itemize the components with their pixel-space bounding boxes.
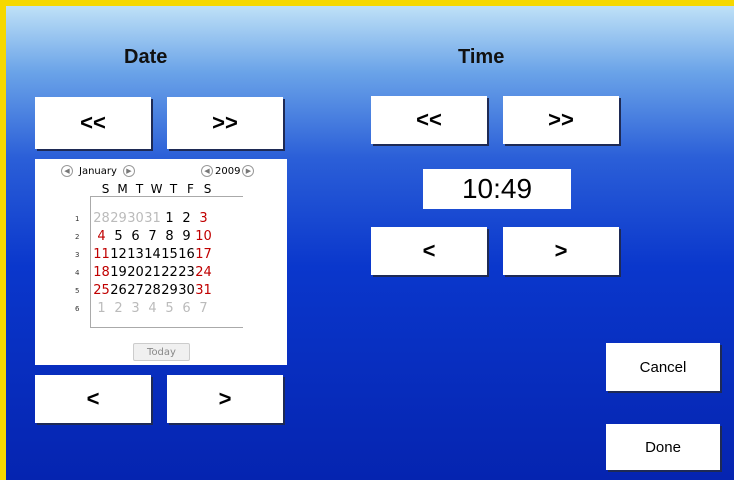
calendar-day[interactable]: 19 bbox=[110, 265, 127, 280]
calendar-day[interactable]: 5 bbox=[110, 229, 127, 244]
week-number: 5 bbox=[75, 287, 80, 295]
calendar-day[interactable]: 3 bbox=[127, 301, 144, 316]
calendar-day[interactable]: 8 bbox=[161, 229, 178, 244]
calendar-week-row: 11 12 13 14 15 16 17 bbox=[93, 247, 212, 262]
calendar-day[interactable]: 6 bbox=[127, 229, 144, 244]
calendar-day[interactable]: 23 bbox=[178, 265, 195, 280]
date-next-month-button[interactable]: >> bbox=[167, 97, 283, 149]
calendar-day[interactable]: 31 bbox=[195, 283, 212, 298]
calendar-week-row: 25 26 27 28 29 30 31 bbox=[93, 283, 212, 298]
calendar: ◀ January ▶ ◀ 2009 ▶ S M T W T F S 1 2 3… bbox=[35, 159, 287, 365]
calendar-day[interactable]: 4 bbox=[93, 229, 110, 244]
calendar-day[interactable]: 5 bbox=[161, 301, 178, 316]
calendar-day[interactable]: 20 bbox=[127, 265, 144, 280]
time-prev-big-button[interactable]: << bbox=[371, 96, 487, 144]
date-prev-day-button[interactable]: < bbox=[35, 375, 151, 423]
week-number: 3 bbox=[75, 251, 80, 259]
calendar-day[interactable]: 13 bbox=[127, 247, 144, 262]
calendar-day[interactable]: 7 bbox=[195, 301, 212, 316]
week-number: 2 bbox=[75, 233, 80, 241]
calendar-month: January bbox=[79, 165, 117, 177]
time-prev-button[interactable]: < bbox=[371, 227, 487, 275]
calendar-day[interactable]: 30 bbox=[178, 283, 195, 298]
calendar-day[interactable]: 14 bbox=[144, 247, 161, 262]
weekday: S bbox=[203, 182, 212, 196]
week-number: 1 bbox=[75, 215, 80, 223]
calendar-year: 2009 bbox=[215, 165, 241, 177]
calendar-week-row: 18 19 20 21 22 23 24 bbox=[93, 265, 212, 280]
calendar-day[interactable]: 28 bbox=[93, 211, 110, 226]
calendar-day[interactable]: 1 bbox=[93, 301, 110, 316]
weekday: T bbox=[169, 182, 178, 196]
calendar-month-selector: ◀ January ▶ bbox=[55, 165, 141, 177]
calendar-day[interactable]: 25 bbox=[93, 283, 110, 298]
weekday: F bbox=[187, 182, 194, 196]
calendar-year-selector: ◀ 2009 ▶ bbox=[195, 165, 260, 177]
week-number: 4 bbox=[75, 269, 80, 277]
cancel-button[interactable]: Cancel bbox=[606, 343, 720, 391]
time-next-big-button[interactable]: >> bbox=[503, 96, 619, 144]
calendar-day[interactable]: 30 bbox=[127, 211, 144, 226]
calendar-day[interactable]: 29 bbox=[110, 211, 127, 226]
week-number: 6 bbox=[75, 305, 80, 313]
calendar-day[interactable]: 24 bbox=[195, 265, 212, 280]
calendar-week-row: 28 29 30 31 1 2 3 bbox=[93, 211, 212, 226]
calendar-day[interactable]: 10 bbox=[195, 229, 212, 244]
calendar-day[interactable]: 22 bbox=[161, 265, 178, 280]
month-next-icon[interactable]: ▶ bbox=[122, 165, 135, 177]
calendar-week-row: 1 2 3 4 5 6 7 bbox=[93, 301, 212, 316]
calendar-day[interactable]: 9 bbox=[178, 229, 195, 244]
time-next-button[interactable]: > bbox=[503, 227, 619, 275]
calendar-day[interactable]: 28 bbox=[144, 283, 161, 298]
date-time-picker-panel: Date Time << >> ◀ January ▶ ◀ 2009 ▶ S M… bbox=[6, 6, 734, 480]
calendar-day[interactable]: 17 bbox=[195, 247, 212, 262]
calendar-day[interactable]: 7 bbox=[144, 229, 161, 244]
weekday-header: S M T W T F S bbox=[97, 182, 216, 196]
weekday: W bbox=[150, 182, 163, 196]
calendar-day[interactable]: 29 bbox=[161, 283, 178, 298]
calendar-day[interactable]: 6 bbox=[178, 301, 195, 316]
weekday: M bbox=[117, 182, 128, 196]
calendar-day[interactable]: 2 bbox=[110, 301, 127, 316]
date-prev-month-button[interactable]: << bbox=[35, 97, 151, 149]
year-next-icon[interactable]: ▶ bbox=[242, 165, 255, 177]
weekday: S bbox=[101, 182, 110, 196]
calendar-day[interactable]: 11 bbox=[93, 247, 110, 262]
calendar-week-row: 4 5 6 7 8 9 10 bbox=[93, 229, 212, 244]
calendar-day[interactable]: 1 bbox=[161, 211, 178, 226]
year-prev-icon[interactable]: ◀ bbox=[201, 165, 213, 177]
weekday: T bbox=[135, 182, 144, 196]
done-button[interactable]: Done bbox=[606, 424, 720, 470]
calendar-day[interactable]: 3 bbox=[195, 211, 212, 226]
calendar-day[interactable]: 21 bbox=[144, 265, 161, 280]
calendar-day[interactable]: 31 bbox=[144, 211, 161, 226]
calendar-day[interactable]: 27 bbox=[127, 283, 144, 298]
calendar-day[interactable]: 16 bbox=[178, 247, 195, 262]
time-heading: Time bbox=[458, 46, 505, 68]
calendar-day[interactable]: 26 bbox=[110, 283, 127, 298]
month-prev-icon[interactable]: ◀ bbox=[61, 165, 73, 177]
calendar-day[interactable]: 15 bbox=[161, 247, 178, 262]
calendar-day[interactable]: 4 bbox=[144, 301, 161, 316]
today-button[interactable]: Today bbox=[133, 343, 190, 361]
date-next-day-button[interactable]: > bbox=[167, 375, 283, 423]
calendar-day[interactable]: 2 bbox=[178, 211, 195, 226]
calendar-day[interactable]: 12 bbox=[110, 247, 127, 262]
date-heading: Date bbox=[124, 46, 168, 68]
time-display: 10:49 bbox=[423, 169, 571, 209]
calendar-day[interactable]: 18 bbox=[93, 265, 110, 280]
